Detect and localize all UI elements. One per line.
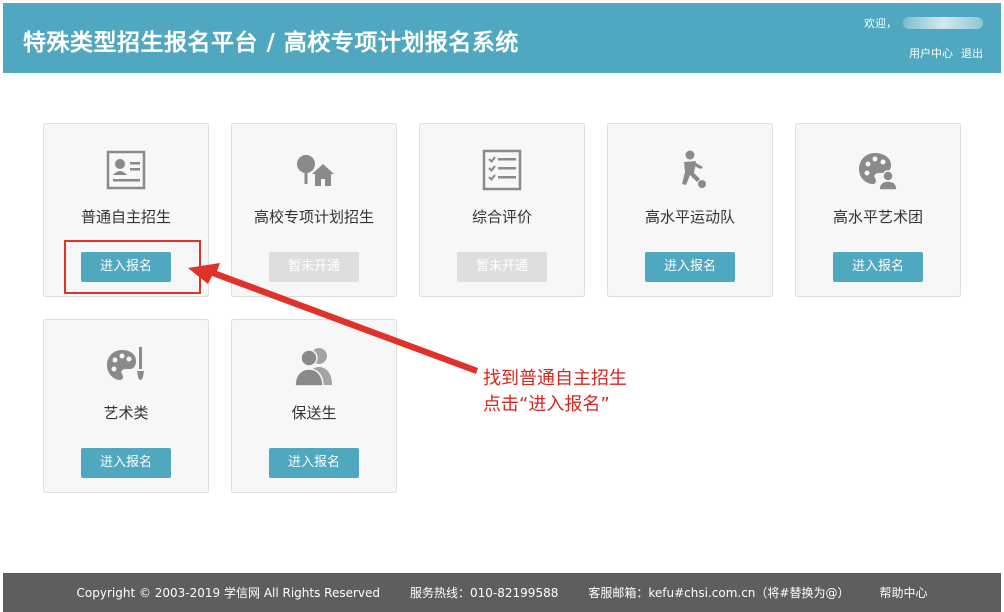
copyright-text: Copyright © 2003-2019 学信网 All Rights Res… bbox=[76, 586, 381, 600]
hotline-text: 服务热线：010-82199588 bbox=[410, 586, 559, 600]
annotation-line-1: 找到普通自主招生 bbox=[483, 368, 627, 389]
annotation-text: 找到普通自主招生 点击“进入报名” bbox=[483, 366, 627, 418]
footer-bar: Copyright © 2003-2019 学信网 All Rights Res… bbox=[3, 573, 1001, 612]
help-center-link[interactable]: 帮助中心 bbox=[879, 584, 927, 601]
email-text: 客服邮箱：kefu#chsi.com.cn（将#替换为@） bbox=[588, 586, 850, 600]
annotation-line-2: 点击“进入报名” bbox=[483, 394, 610, 415]
annotation-arrow-icon bbox=[188, 263, 478, 374]
